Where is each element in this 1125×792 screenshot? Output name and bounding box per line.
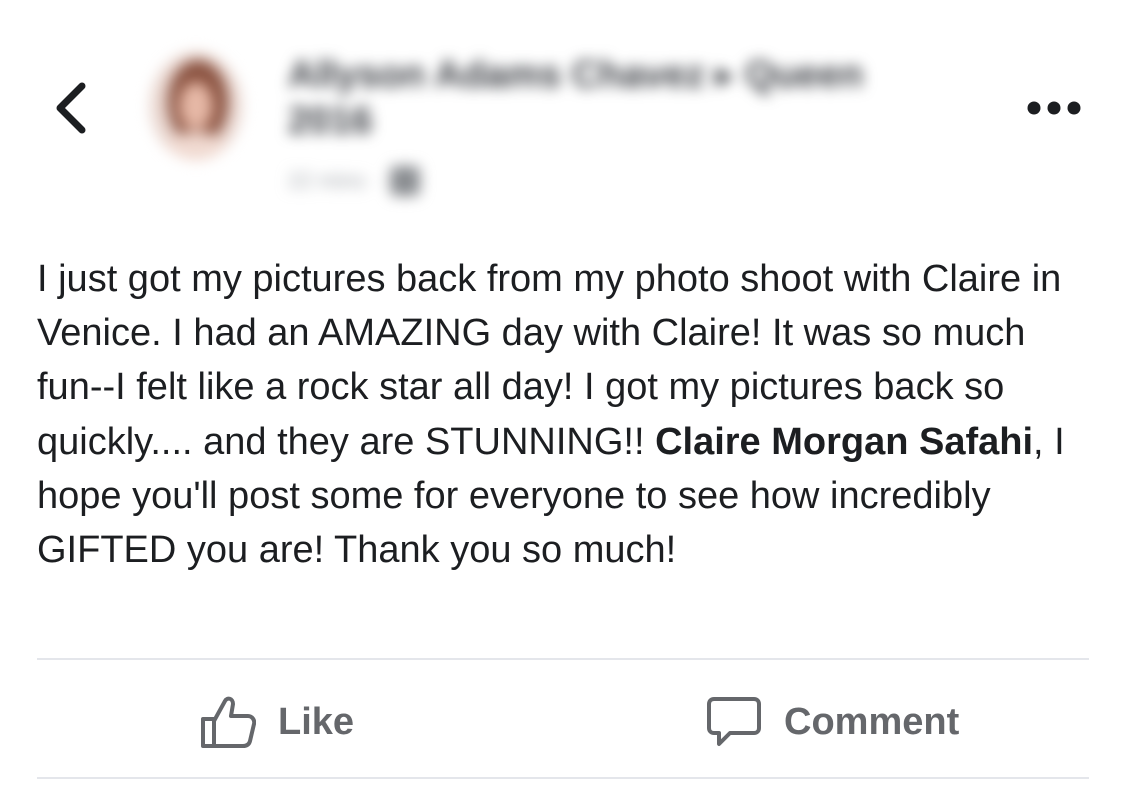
thumbs-up-icon: [201, 696, 256, 748]
globe-icon: [390, 166, 421, 196]
author-block: Allyson Adams Chavez ▸ Queen 2016 22 min…: [288, 52, 968, 196]
divider: [37, 658, 1089, 660]
comment-bubble-icon: [707, 697, 761, 746]
comment-label: Comment: [784, 700, 960, 743]
divider: [37, 777, 1089, 779]
more-dots-icon: [1027, 101, 1081, 115]
comment-button[interactable]: Comment: [706, 690, 959, 754]
post-meta: 22 mins ·: [288, 166, 968, 196]
post-header: Allyson Adams Chavez ▸ Queen 2016 22 min…: [0, 0, 1125, 215]
post-text: I just got my pictures back from my phot…: [37, 252, 1087, 577]
back-button[interactable]: [48, 78, 96, 138]
post-timestamp: 22 mins ·: [288, 168, 379, 193]
chevron-left-icon: [56, 82, 86, 134]
like-button[interactable]: Like: [200, 690, 354, 754]
mention-link[interactable]: Claire Morgan Safahi: [655, 421, 1033, 463]
avatar[interactable]: [150, 52, 242, 160]
like-label: Like: [278, 700, 355, 743]
author-name[interactable]: Allyson Adams Chavez ▸ Queen 2016: [288, 52, 948, 144]
more-options-button[interactable]: [1022, 90, 1086, 126]
